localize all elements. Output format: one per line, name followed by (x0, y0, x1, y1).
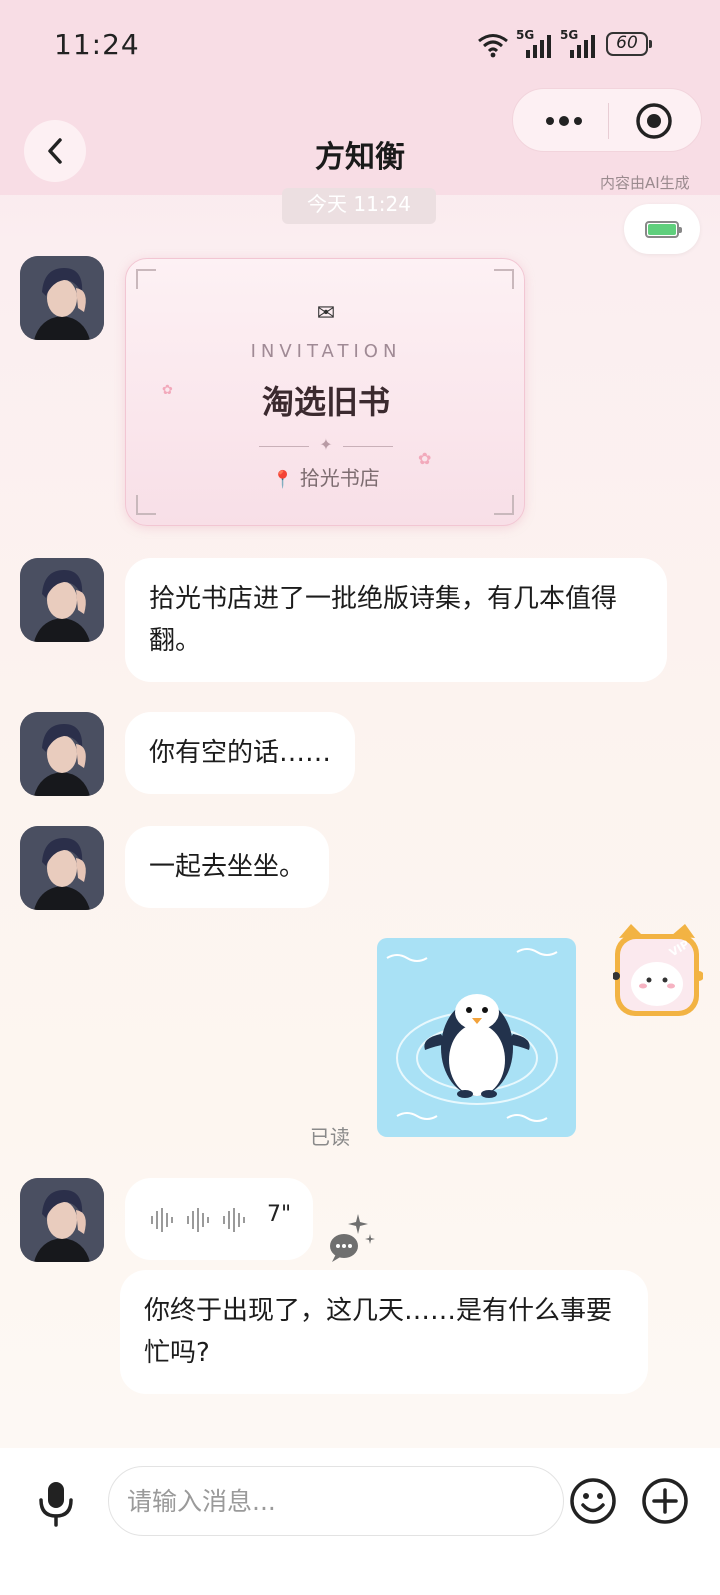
emoji-icon (570, 1478, 616, 1524)
plus-circle-icon (642, 1478, 688, 1524)
contact-avatar[interactable] (20, 826, 104, 910)
penguin-sticker[interactable] (377, 938, 576, 1137)
read-status: 已读 (310, 1125, 350, 1149)
invitation-location: 📍 拾光书店 (126, 462, 526, 491)
contact-avatar[interactable] (20, 1178, 104, 1262)
more-dots-icon (546, 116, 582, 126)
avatar-portrait (20, 256, 104, 340)
message-bubble[interactable]: 拾光书店进了一批绝版诗集，有几本值得翻。 (125, 558, 667, 682)
voice-waveform-icon (151, 1208, 245, 1232)
invitation-title: 淘选旧书 (261, 383, 390, 421)
card-corner (494, 269, 514, 289)
add-button[interactable] (640, 1476, 690, 1526)
message-bubble[interactable]: 你终于出现了，这几天……是有什么事要忙吗? (120, 1270, 648, 1394)
penguin-sticker-image (386, 948, 558, 1122)
envelope-icon: ✉ (316, 301, 336, 326)
card-corner (136, 495, 156, 515)
battery-icon: 60 (606, 32, 652, 56)
user-avatar[interactable]: VIP (612, 924, 704, 1024)
card-corner (494, 495, 514, 515)
ornament-divider: ✦ (259, 435, 393, 457)
signal-bars-icon (526, 35, 551, 58)
ai-generated-note: 内容由AI生成 (600, 174, 690, 192)
invitation-label: INVITATION (250, 341, 402, 362)
voice-duration: 7" (267, 1202, 292, 1227)
sparkle-icon: ✦ (319, 435, 333, 454)
location-pin-icon: 📍 (272, 470, 294, 490)
message-bubble[interactable]: 一起去坐坐。 (125, 826, 330, 908)
battery-status-button[interactable] (624, 204, 700, 254)
location-name: 拾光书店 (299, 466, 380, 490)
ai-chat-sparkle-icon (330, 1214, 375, 1262)
timestamp-chip: 今天 11:24 (282, 188, 436, 224)
input-bar (0, 1448, 720, 1595)
top-bar: 11:24 5G 5G 60 方知衡 内容由AI生成 (0, 0, 720, 195)
capsule-divider (608, 103, 609, 139)
signal-bars-icon (570, 35, 595, 58)
contact-avatar[interactable] (20, 712, 104, 796)
card-corner (136, 269, 156, 289)
wifi-icon (478, 34, 508, 58)
message-bubble[interactable]: 你有空的话…… (125, 712, 356, 794)
emoji-button[interactable] (568, 1476, 618, 1526)
microphone-icon (39, 1482, 73, 1527)
contact-avatar[interactable] (20, 558, 104, 642)
target-close-icon (636, 103, 672, 139)
status-time: 11:24 (54, 28, 140, 61)
invitation-card[interactable]: ✉ INVITATION 淘选旧书 ✦ ✿ ✿ 📍 拾光书店 (125, 258, 525, 526)
mini-program-capsule (512, 88, 702, 152)
more-button[interactable] (533, 103, 595, 139)
contact-avatar[interactable] (20, 256, 104, 340)
status-icons: 5G 5G 60 (476, 28, 666, 62)
message-input[interactable] (108, 1466, 564, 1536)
flower-decoration: ✿ (162, 383, 173, 398)
battery-icon (645, 220, 682, 238)
cat-avatar-image (612, 924, 704, 1016)
close-miniprogram-button[interactable] (623, 99, 685, 143)
voice-input-button[interactable] (32, 1478, 80, 1528)
voice-message-bubble[interactable]: 7" (125, 1178, 313, 1260)
voice-to-text-button[interactable] (328, 1212, 376, 1262)
